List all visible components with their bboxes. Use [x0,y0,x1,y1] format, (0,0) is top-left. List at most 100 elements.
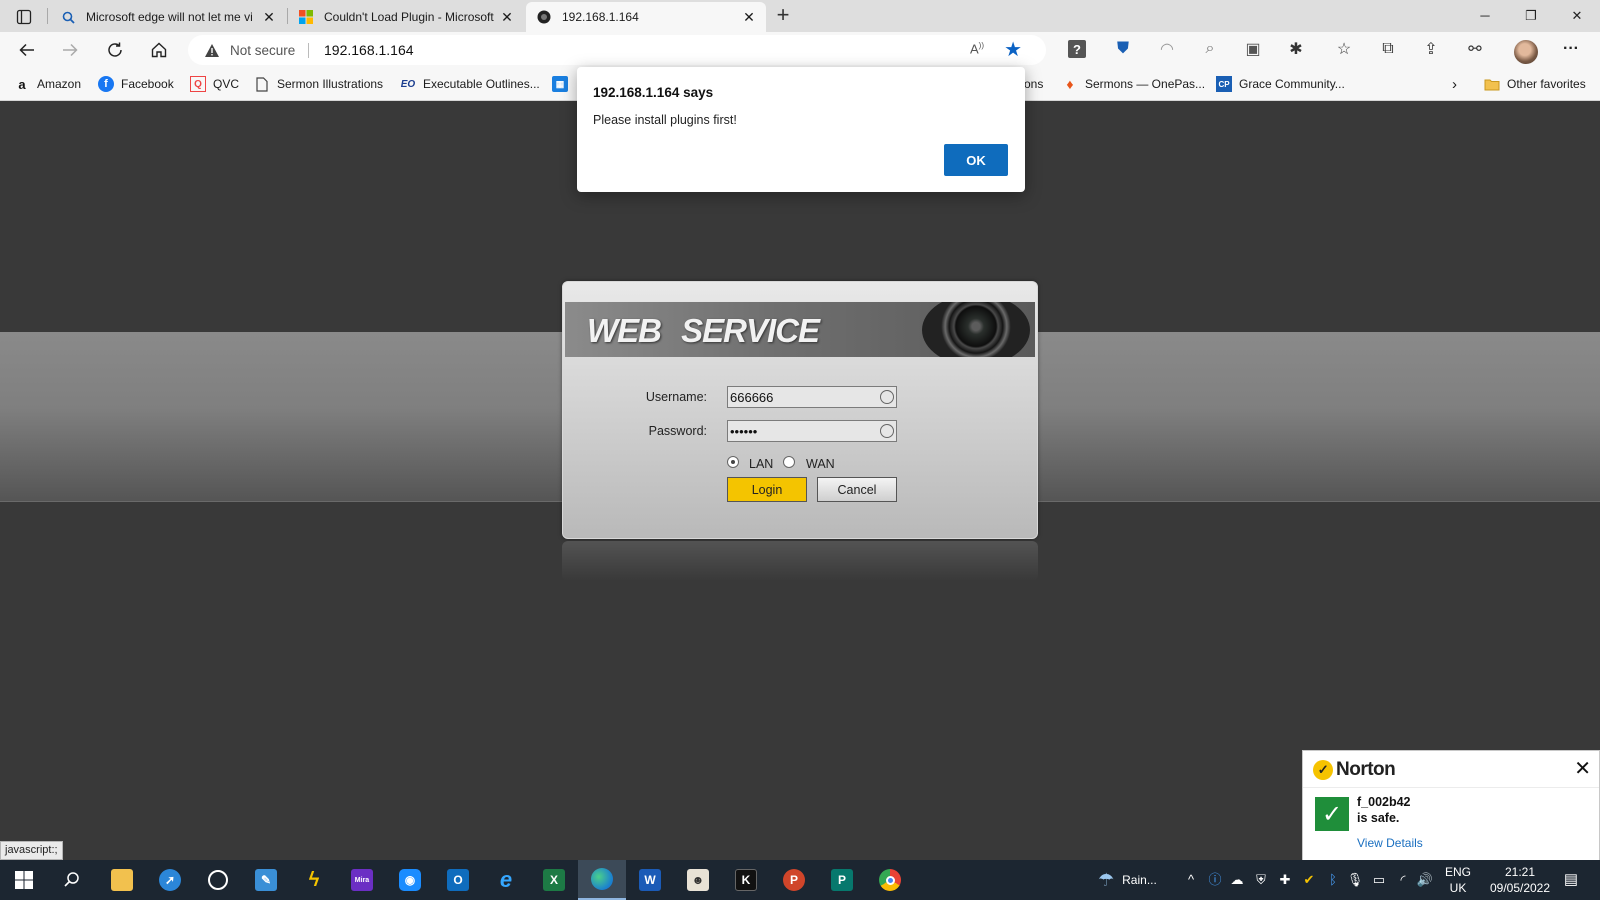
tab-plugin[interactable]: Couldn't Load Plugin - Microsoft ✕ [288,2,524,32]
profile-sync-icon[interactable]: ⚯ [1464,38,1486,60]
favorite-sermon-illustrations[interactable]: Sermon Illustrations [254,75,383,93]
taskbar-file-explorer[interactable] [98,860,146,900]
security-label[interactable]: Not secure [230,43,295,58]
taskbar-word[interactable]: W [626,860,674,900]
windows-security-icon[interactable]: ✚ [1276,871,1294,889]
minimize-button[interactable]: ─ [1462,0,1508,32]
share-icon[interactable]: ⇪ [1420,38,1442,60]
clock[interactable]: 21:21 09/05/2022 [1488,864,1552,896]
favorite-grace-community[interactable]: CP Grace Community... [1216,75,1345,93]
taskbar-app-k[interactable]: K [722,860,770,900]
close-tab-icon[interactable]: ✕ [262,10,276,24]
favorite-executable-outlines[interactable]: EO Executable Outlines... [400,75,540,93]
taskbar-publisher[interactable]: P [818,860,866,900]
keyboard-helper-icon[interactable] [880,424,894,438]
home-button[interactable] [144,35,174,65]
microphone-icon[interactable]: 🎙 [1346,871,1364,889]
favorite-partial[interactable]: ons [1024,75,1043,93]
shield-extension-icon[interactable]: ⛊ [1112,38,1134,60]
password-field[interactable] [727,420,897,442]
excel-icon: X [543,869,565,891]
forward-button[interactable] [55,35,85,65]
login-panel: WEB SERVICE Username: Password: LAN WAN … [562,281,1038,539]
taskbar-excel[interactable]: X [530,860,578,900]
close-notification-icon[interactable]: ✕ [1574,756,1591,781]
info-tray-icon[interactable]: ⓘ [1206,871,1224,889]
favorites-icon[interactable]: ☆ [1333,38,1355,60]
tab-search[interactable]: Microsoft edge will not let me vi ✕ [50,2,286,32]
taskbar-outlook[interactable]: O [434,860,482,900]
keyboard-helper-icon[interactable] [880,390,894,404]
new-tab-button[interactable]: + [771,4,795,27]
ok-button[interactable]: OK [944,144,1008,176]
close-tab-icon[interactable]: ✕ [742,10,756,24]
taskbar-app-people[interactable]: ☻ [674,860,722,900]
tool-app-icon: ✎ [255,869,277,891]
favorite-facebook[interactable]: f Facebook [98,75,174,93]
help-extension-icon[interactable]: ? [1068,40,1086,58]
notifications-icon[interactable]: ▤ [1562,871,1580,889]
address-bar[interactable]: Not secure 192.168.1.164 A)) ★ [188,35,1046,65]
screen-extension-icon[interactable]: ▣ [1242,38,1264,60]
web-service-banner: WEB SERVICE [565,302,1035,357]
favorite-star-icon[interactable]: ★ [1004,37,1022,62]
amazon-icon: a [18,76,26,92]
restore-button[interactable]: ❐ [1508,0,1554,32]
close-tab-icon[interactable]: ✕ [500,10,514,24]
dialog-title: 192.168.1.164 says [593,85,714,100]
view-details-link[interactable]: View Details [1357,836,1423,850]
norton-tray-icon[interactable]: ✔ [1300,871,1318,889]
security-shield-icon[interactable]: ⛨ [1252,871,1270,889]
collections-icon[interactable]: ⧉ [1377,38,1399,60]
taskbar-app-miracast[interactable]: Mira [338,860,386,900]
show-hidden-icons-chevron-icon[interactable]: ^ [1182,871,1200,889]
taskbar-search-button[interactable] [48,860,96,900]
more-menu-icon[interactable]: ··· [1560,38,1582,60]
weather-widget[interactable]: ☂ Rain... [1098,860,1157,900]
onedrive-icon[interactable]: ☁ [1228,871,1246,889]
taskbar-chrome[interactable] [866,860,914,900]
login-button[interactable]: Login [727,477,807,502]
tab-actions-icon [16,9,32,25]
back-button[interactable] [12,35,42,65]
search-extension-icon[interactable]: ⌕ [1199,38,1221,60]
language-indicator[interactable]: ENG UK [1440,864,1476,896]
favorite-hidden[interactable]: ▦ [552,75,575,93]
battery-icon[interactable]: ▭ [1370,871,1388,889]
close-window-button[interactable]: ✕ [1554,0,1600,32]
umbrella-icon: ☂ [1098,869,1115,890]
outlook-icon: O [447,869,469,891]
wan-radio[interactable] [783,456,795,468]
taskbar-app-bolt[interactable]: ϟ [290,860,338,900]
bluetooth-icon[interactable]: ᛒ [1324,871,1342,889]
taskbar-app-tool[interactable]: ✎ [242,860,290,900]
taskbar-app-chat[interactable]: ◉ [386,860,434,900]
status-tooltip: javascript:; [0,841,63,860]
volume-icon[interactable]: 🔊 [1416,871,1434,889]
taskbar-app-compass[interactable]: ➚ [146,860,194,900]
wifi-icon[interactable]: ◜ [1394,871,1412,889]
taskbar-internet-explorer[interactable]: e [482,860,530,900]
extensions-puzzle-icon[interactable]: ✱ [1285,38,1307,60]
username-field[interactable] [727,386,897,408]
warning-icon[interactable] [204,43,220,61]
favorite-qvc[interactable]: Q QVC [190,75,239,93]
taskbar-edge[interactable] [578,860,626,900]
start-button[interactable] [0,860,48,900]
refresh-button[interactable] [100,35,130,65]
read-aloud-icon[interactable]: A)) [970,41,984,56]
tab-actions-button[interactable] [10,6,38,28]
favorite-other[interactable]: Other favorites [1484,75,1586,93]
favorite-amazon[interactable]: a Amazon [14,75,81,93]
url-text[interactable]: 192.168.1.164 [324,42,414,58]
favorite-label: Other favorites [1507,77,1586,91]
taskbar-powerpoint[interactable]: P [770,860,818,900]
avatar[interactable] [1514,40,1538,64]
headset-extension-icon[interactable]: ◠ [1156,38,1178,60]
favorites-overflow-chevron-icon[interactable]: › [1452,75,1457,93]
tab-active[interactable]: 192.168.1.164 ✕ [526,2,766,32]
favorite-sermons-onepas[interactable]: ♦ Sermons — OnePas... [1062,75,1205,93]
lan-radio[interactable] [727,456,739,468]
cancel-button[interactable]: Cancel [817,477,897,502]
taskbar-app-speedometer[interactable] [194,860,242,900]
